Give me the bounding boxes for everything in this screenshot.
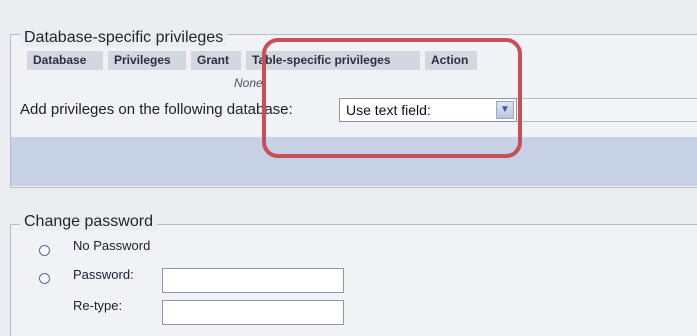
password-input[interactable]	[162, 268, 344, 293]
column-header-grant: Grant	[191, 51, 241, 70]
column-header-database: Database	[27, 51, 103, 70]
db-privileges-legend: Database-specific privileges	[20, 29, 228, 47]
retype-label: Re-type:	[73, 298, 123, 313]
add-privileges-label: Add privileges on the following database…	[20, 101, 293, 118]
column-header-table-privileges: Table-specific privileges	[246, 51, 420, 70]
password-radio[interactable]	[39, 273, 50, 284]
chevron-down-icon[interactable]: ▼	[496, 101, 514, 119]
no-password-radio[interactable]	[39, 245, 50, 256]
database-text-field[interactable]	[517, 98, 697, 122]
password-label: Password:	[73, 267, 134, 282]
retype-password-input[interactable]	[162, 300, 344, 325]
column-header-action: Action	[425, 51, 477, 70]
no-password-label: No Password	[73, 238, 151, 253]
column-header-privileges: Privileges	[108, 51, 186, 70]
submit-band	[11, 137, 697, 186]
empty-table-text: None	[234, 76, 263, 90]
change-password-legend: Change password	[20, 213, 157, 231]
database-select[interactable]: Use text field: ▼	[339, 98, 517, 122]
database-select-value: Use text field:	[346, 102, 431, 118]
